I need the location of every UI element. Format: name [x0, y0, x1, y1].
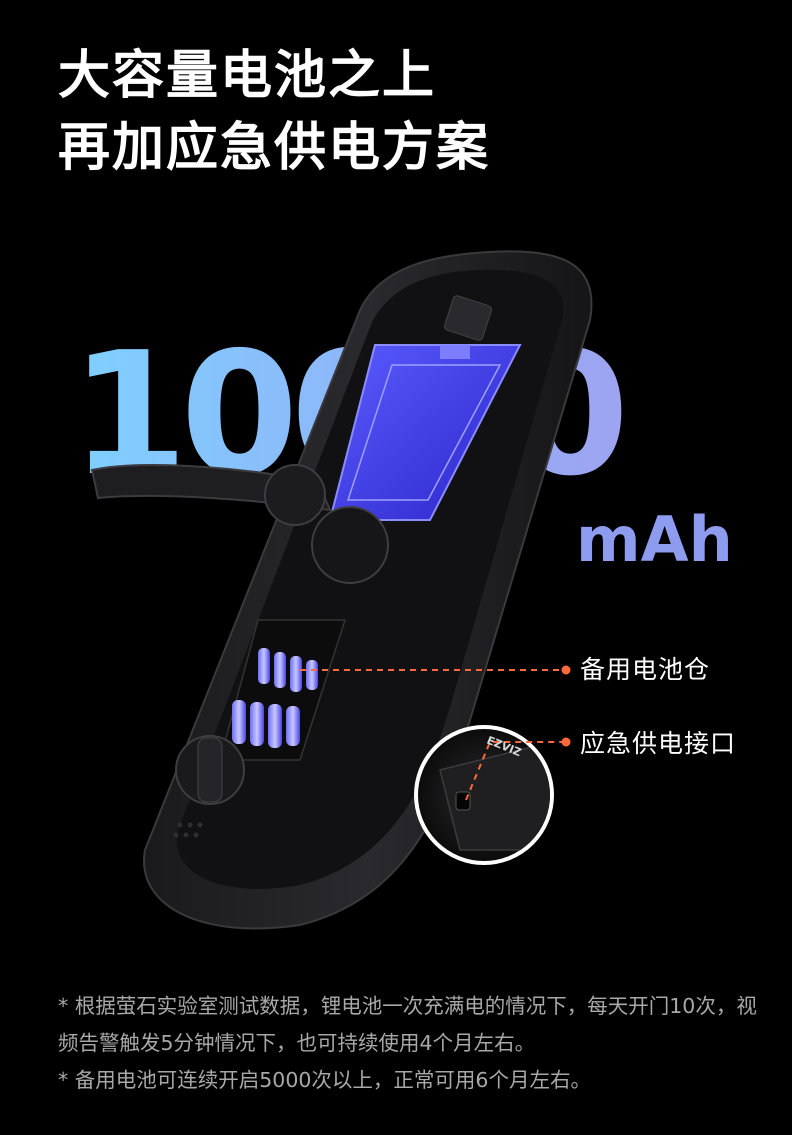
footnote-1: * 根据萤石实验室测试数据，锂电池一次充满电的情况下，每天开门10次，视频告警触…: [58, 994, 757, 1055]
footnotes: * 根据萤石实验室测试数据，锂电池一次充满电的情况下，每天开门10次，视频告警触…: [58, 988, 758, 1099]
footnote-2: * 备用电池可连续开启5000次以上，正常可用6个月左右。: [58, 1068, 591, 1092]
callout-backup-battery: 备用电池仓: [580, 655, 711, 684]
port-callout-dot: [561, 737, 571, 747]
smart-lock-illustration: [90, 250, 593, 930]
thumb-turn-knob: [175, 735, 245, 805]
callout-emergency-port: 应急供电接口: [580, 729, 737, 758]
battery-callout-dot: [561, 665, 571, 675]
